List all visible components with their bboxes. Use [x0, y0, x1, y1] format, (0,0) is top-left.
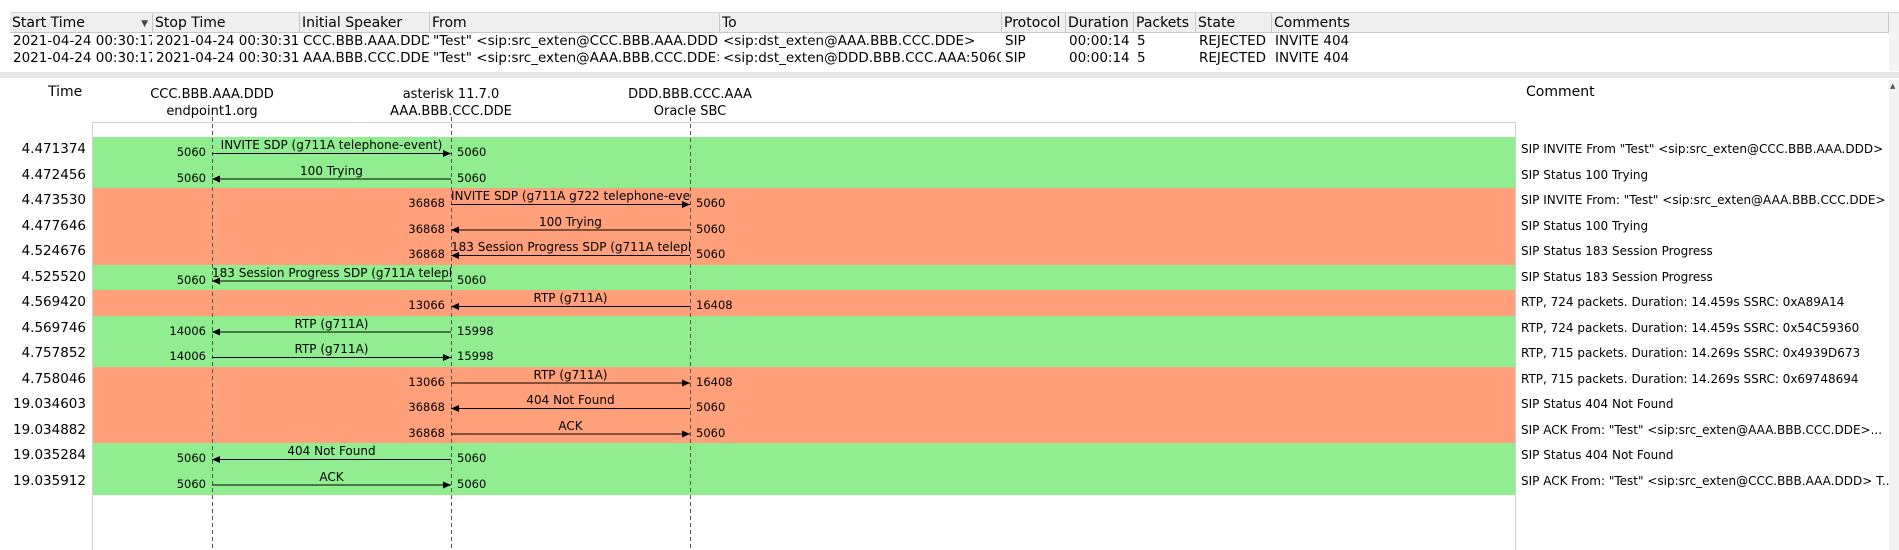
- table-cell: SIP: [1005, 33, 1026, 49]
- table-cell: 5: [1137, 33, 1146, 49]
- arrowhead-icon: [682, 201, 690, 208]
- arrowhead-icon: [443, 481, 451, 489]
- call-list-table: Start Time ▼ Stop Time Initial Speaker From T…: [10, 12, 1899, 71]
- arrowhead-icon: [212, 456, 220, 463]
- table-cell: 2021-04-24 00:30:31: [156, 50, 299, 66]
- column-header-from[interactable]: From: [430, 13, 720, 33]
- arrowhead-icon: [682, 379, 690, 387]
- arrowhead-icon: [682, 430, 690, 438]
- arrowhead-icon: [212, 277, 220, 285]
- table-cell: INVITE 404: [1275, 33, 1350, 49]
- column-header-packets[interactable]: Packets: [1134, 13, 1196, 33]
- table-cell: SIP: [1005, 50, 1026, 66]
- column-header-stop-time[interactable]: Stop Time: [153, 13, 300, 33]
- arrowhead-icon: [451, 405, 459, 412]
- table-cell: 2021-04-24 00:30:17: [13, 50, 152, 66]
- arrowhead-icon: [443, 354, 451, 361]
- column-header-initial-speaker[interactable]: Initial Speaker: [300, 13, 430, 33]
- arrowhead-icon: [451, 252, 459, 259]
- call-list-scrollbar[interactable]: [1889, 13, 1899, 71]
- table-cell: 2021-04-24 00:30:17: [13, 33, 152, 49]
- table-cell: <sip:dst_exten@DDD.BBB.CCC.AAA:5060>: [723, 50, 1001, 66]
- table-cell: 5: [1137, 50, 1146, 66]
- flow-lines: [92, 117, 1516, 550]
- table-cell: AAA.BBB.CCC.DDE: [303, 50, 429, 66]
- column-header-to[interactable]: To: [720, 13, 1002, 33]
- pane-splitter[interactable]: [0, 72, 1899, 78]
- arrowhead-icon: [443, 150, 451, 157]
- table-cell: <sip:dst_exten@AAA.BBB.CCC.DDE>: [723, 33, 976, 49]
- table-row[interactable]: 2021-04-24 00:30:17 2021-04-24 00:30:31 CC…: [10, 33, 1899, 50]
- column-header-protocol[interactable]: Protocol: [1002, 13, 1066, 33]
- table-cell: 00:00:14: [1069, 33, 1130, 49]
- arrowhead-icon: [451, 226, 459, 234]
- table-cell: CCC.BBB.AAA.DDD: [303, 33, 429, 49]
- table-cell: 00:00:14: [1069, 50, 1130, 66]
- flow-scrollbar[interactable]: ▲: [1889, 80, 1899, 550]
- table-cell: 2021-04-24 00:30:31: [156, 33, 299, 49]
- table-cell: "Test" <sip:src_exten@AAA.BBB.CCC.DDE>: [433, 50, 719, 66]
- column-header-start-time[interactable]: Start Time ▼: [10, 13, 153, 33]
- diagram-frame: [92, 122, 1516, 550]
- sort-descending-icon: ▼: [141, 19, 148, 29]
- arrowhead-icon: [212, 328, 220, 336]
- arrowhead-icon: [451, 303, 459, 310]
- scroll-up-icon[interactable]: ▲: [1890, 82, 1895, 90]
- table-row[interactable]: 2021-04-24 00:30:17 2021-04-24 00:30:31 AA…: [10, 50, 1899, 67]
- column-header-duration[interactable]: Duration: [1066, 13, 1134, 33]
- table-cell: INVITE 404: [1275, 50, 1350, 66]
- table-cell: REJECTED: [1199, 33, 1267, 49]
- arrowhead-icon: [212, 175, 220, 183]
- flow-diagram: Time Comment CCC.BBB.AAA.DDD endpoint1.or…: [10, 80, 1893, 550]
- table-cell: "Test" <sip:src_exten@CCC.BBB.AAA.DDD>: [433, 33, 719, 49]
- column-header-comments[interactable]: Comments: [1272, 13, 1889, 33]
- column-header-state[interactable]: State: [1196, 13, 1272, 33]
- table-cell: REJECTED: [1199, 50, 1267, 66]
